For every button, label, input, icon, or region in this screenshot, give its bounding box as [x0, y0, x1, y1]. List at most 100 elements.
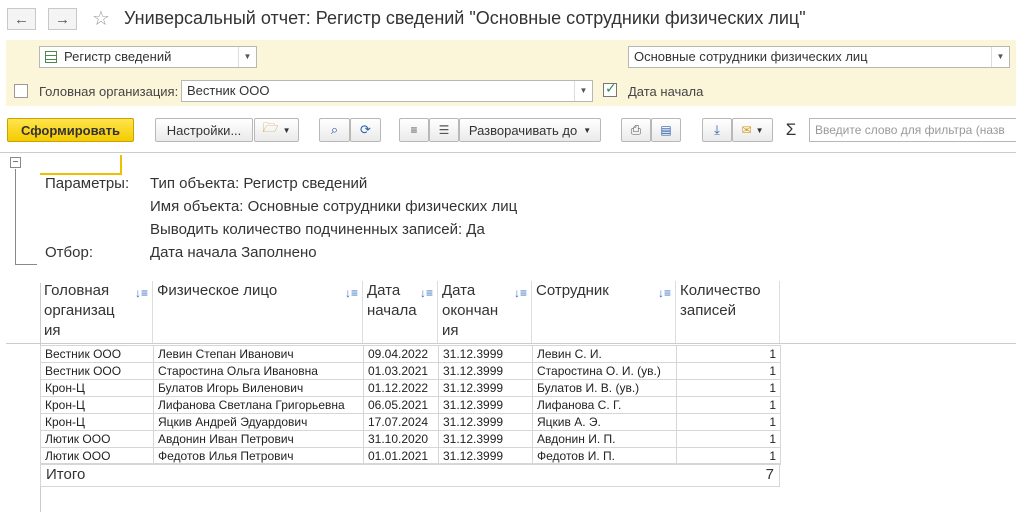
variants-button[interactable]: 🗁 ▼ — [254, 118, 299, 142]
chevron-down-icon[interactable]: ▼ — [991, 47, 1009, 67]
sort-icon[interactable]: ↓≡ — [135, 283, 148, 303]
cell-person[interactable]: Яцкив Андрей Эдуардович — [153, 413, 364, 431]
forward-button[interactable]: → — [48, 8, 77, 30]
cell-count[interactable]: 1 — [676, 430, 781, 448]
column-header-employee[interactable]: Сотрудник ↓≡ — [532, 281, 676, 343]
cell-org[interactable]: Крон-Ц — [40, 396, 154, 414]
cell-end-date[interactable]: 31.12.3999 — [438, 447, 533, 465]
cell-count[interactable]: 1 — [676, 362, 781, 380]
find-next-button[interactable]: ⟳ — [350, 118, 381, 142]
collapse-groups-button[interactable]: ≡ — [399, 118, 429, 142]
cell-end-date[interactable]: 31.12.3999 — [438, 379, 533, 397]
start-date-checkbox[interactable]: ✓ — [603, 80, 617, 97]
cell-count[interactable]: 1 — [676, 413, 781, 431]
sum-button[interactable]: Σ — [780, 118, 802, 142]
object-name-select[interactable]: Основные сотрудники физических лиц ▼ — [628, 46, 1010, 68]
cell-employee[interactable]: Старостина О. И. (ув.) — [532, 362, 677, 380]
cell-employee[interactable]: Федотов И. П. — [532, 447, 677, 465]
cell-end-date[interactable]: 31.12.3999 — [438, 362, 533, 380]
cell-org[interactable]: Лютик ООО — [40, 430, 154, 448]
column-header-count[interactable]: Количество записей — [676, 281, 780, 343]
cell-count[interactable]: 1 — [676, 379, 781, 397]
cell-employee[interactable]: Левин С. И. — [532, 345, 677, 363]
cell-start-date[interactable]: 17.07.2024 — [363, 413, 439, 431]
report-parameters-panel: Регистр сведений ▼ Основные сотрудники ф… — [6, 40, 1016, 106]
table-row[interactable]: Лютик ООО Федотов Илья Петрович 01.01.20… — [40, 447, 781, 465]
cell-start-date[interactable]: 01.12.2022 — [363, 379, 439, 397]
cell-start-date[interactable]: 06.05.2021 — [363, 396, 439, 414]
cell-person[interactable]: Левин Степан Иванович — [153, 345, 364, 363]
column-header-label: Физическое лицо — [157, 282, 278, 299]
column-header-end-date[interactable]: Дата окончан ия ↓≡ — [438, 281, 532, 343]
save-button[interactable]: ⤓ — [702, 118, 732, 142]
report-spreadsheet[interactable]: − Параметры: Тип объекта: Регистр сведен… — [0, 152, 1016, 512]
head-org-input[interactable]: Вестник ООО ▼ — [181, 80, 593, 102]
head-org-value: Вестник ООО — [187, 83, 270, 98]
cell-start-date[interactable]: 09.04.2022 — [363, 345, 439, 363]
cell-start-date[interactable]: 01.03.2021 — [363, 362, 439, 380]
cell-end-date[interactable]: 31.12.3999 — [438, 413, 533, 431]
cell-employee[interactable]: Лифанова С. Г. — [532, 396, 677, 414]
cell-org[interactable]: Вестник ООО — [40, 362, 154, 380]
sort-icon[interactable]: ↓≡ — [658, 283, 671, 303]
cell-person[interactable]: Булатов Игорь Виленович — [153, 379, 364, 397]
print-preview-button[interactable]: ▤ — [651, 118, 681, 142]
cell-start-date[interactable]: 31.10.2020 — [363, 430, 439, 448]
filter-input[interactable]: Введите слово для фильтра (назв — [809, 118, 1016, 142]
cell-org[interactable]: Вестник ООО — [40, 345, 154, 363]
cell-org[interactable]: Крон-Ц — [40, 379, 154, 397]
generate-button[interactable]: Сформировать — [7, 118, 134, 142]
cell-person[interactable]: Старостина Ольга Ивановна — [153, 362, 364, 380]
column-header-person[interactable]: Физическое лицо ↓≡ — [153, 281, 363, 343]
table-row[interactable]: Вестник ООО Левин Степан Иванович 09.04.… — [40, 345, 781, 363]
envelope-icon: ✉ — [741, 123, 752, 137]
column-header-org[interactable]: Головная организац ия ↓≡ — [40, 281, 153, 343]
table-row[interactable]: Вестник ООО Старостина Ольга Ивановна 01… — [40, 362, 781, 380]
head-org-checkbox[interactable] — [14, 84, 28, 98]
cell-employee[interactable]: Авдонин И. П. — [532, 430, 677, 448]
expand-to-button[interactable]: Разворачивать до ▼ — [459, 118, 601, 142]
chevron-down-icon[interactable]: ▼ — [574, 81, 592, 101]
printer-icon: ⎙ — [630, 122, 642, 137]
table-row[interactable]: Крон-Ц Яцкив Андрей Эдуардович 17.07.202… — [40, 413, 781, 431]
table-row[interactable]: Лютик ООО Авдонин Иван Петрович 31.10.20… — [40, 430, 781, 448]
expand-to-label: Разворачивать до — [468, 122, 578, 138]
cell-end-date[interactable]: 31.12.3999 — [438, 396, 533, 414]
cell-end-date[interactable]: 31.12.3999 — [438, 430, 533, 448]
cell-count[interactable]: 1 — [676, 396, 781, 414]
arrow-right-icon: → — [55, 10, 70, 28]
sort-icon[interactable]: ↓≡ — [345, 283, 358, 303]
cell-count[interactable]: 1 — [676, 345, 781, 363]
chevron-down-icon[interactable]: ▼ — [238, 47, 256, 67]
param-line-1: Тип объекта: Регистр сведений — [150, 175, 368, 192]
favorite-star-icon[interactable]: ☆ — [92, 6, 110, 31]
folder-icon: 🗁 — [262, 120, 279, 135]
cell-end-date[interactable]: 31.12.3999 — [438, 345, 533, 363]
table-row[interactable]: Крон-Ц Булатов Игорь Виленович 01.12.202… — [40, 379, 781, 397]
active-cell-cursor — [40, 155, 122, 175]
expand-groups-button[interactable]: ☰ — [429, 118, 459, 142]
column-header-start-date[interactable]: Дата начала ↓≡ — [363, 281, 438, 343]
search-next-icon: ⟳ — [360, 122, 371, 137]
cell-employee[interactable]: Яцкив А. Э. — [532, 413, 677, 431]
cell-person[interactable]: Лифанова Светлана Григорьевна — [153, 396, 364, 414]
cell-count[interactable]: 1 — [676, 447, 781, 465]
find-button[interactable]: ⌕ — [319, 118, 350, 142]
cell-person[interactable]: Авдонин Иван Петрович — [153, 430, 364, 448]
back-button[interactable]: ← — [7, 8, 36, 30]
window-title: Универсальный отчет: Регистр сведений "О… — [124, 8, 806, 28]
collapse-group-icon[interactable]: − — [10, 157, 21, 168]
send-email-button[interactable]: ✉ ▼ — [732, 118, 773, 142]
sort-icon[interactable]: ↓≡ — [420, 283, 433, 303]
cell-org[interactable]: Лютик ООО — [40, 447, 154, 465]
cell-employee[interactable]: Булатов И. В. (ув.) — [532, 379, 677, 397]
settings-button[interactable]: Настройки... — [155, 118, 253, 142]
print-button[interactable]: ⎙ — [621, 118, 651, 142]
cell-start-date[interactable]: 01.01.2021 — [363, 447, 439, 465]
cell-person[interactable]: Федотов Илья Петрович — [153, 447, 364, 465]
table-row[interactable]: Крон-Ц Лифанова Светлана Григорьевна 06.… — [40, 396, 781, 414]
sort-icon[interactable]: ↓≡ — [514, 283, 527, 303]
object-type-select[interactable]: Регистр сведений ▼ — [39, 46, 257, 68]
cell-org[interactable]: Крон-Ц — [40, 413, 154, 431]
total-row[interactable]: Итого 7 — [40, 463, 780, 487]
